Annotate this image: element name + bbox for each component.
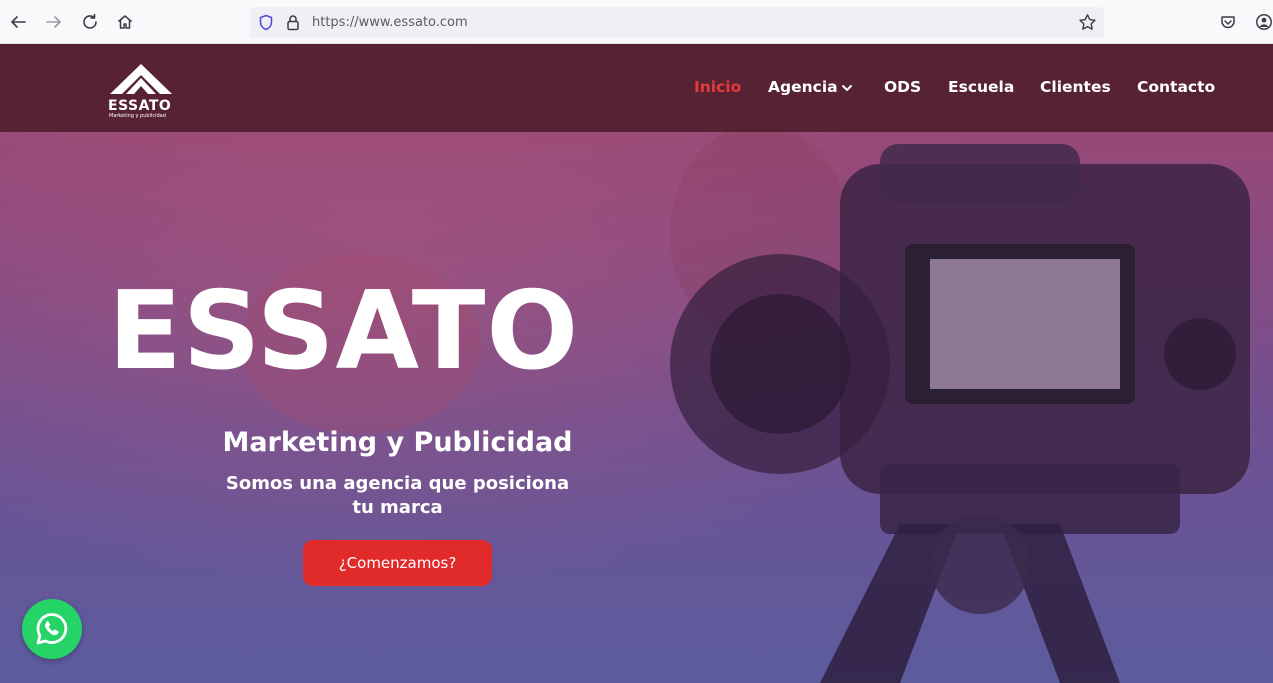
url-text[interactable]: https://www.essato.com bbox=[312, 15, 468, 30]
forward-icon[interactable] bbox=[43, 11, 65, 33]
nav-label: Clientes bbox=[1040, 78, 1111, 96]
whatsapp-button[interactable] bbox=[22, 599, 82, 659]
nav-clientes[interactable]: Clientes bbox=[1040, 78, 1111, 96]
logo-name[interactable]: ESSATO bbox=[108, 98, 171, 114]
account-icon[interactable] bbox=[1253, 11, 1273, 33]
nav-escuela[interactable]: Escuela bbox=[948, 78, 1014, 96]
shield-icon[interactable] bbox=[258, 14, 274, 31]
browser-toolbar: https://www.essato.com bbox=[0, 0, 1273, 44]
nav-ods[interactable]: ODS bbox=[884, 78, 921, 96]
logo-tagline: Marketing y publicidad bbox=[109, 113, 166, 119]
address-bar[interactable]: https://www.essato.com bbox=[250, 7, 1104, 38]
reload-icon[interactable] bbox=[79, 11, 101, 33]
chevron-down-icon bbox=[841, 84, 852, 91]
nav-label: ODS bbox=[884, 78, 922, 96]
nav-label: Inicio bbox=[694, 78, 742, 96]
hero-description: Somos una agencia que posiciona tu marca bbox=[225, 473, 570, 518]
nav-contacto[interactable]: Contacto bbox=[1137, 78, 1215, 96]
site-header: ESSATO Marketing y publicidad Inicio Age… bbox=[0, 44, 1273, 132]
pocket-icon[interactable] bbox=[1217, 11, 1239, 33]
nav-inicio[interactable]: Inicio bbox=[694, 78, 741, 96]
nav-label: Contacto bbox=[1137, 78, 1216, 96]
home-icon[interactable] bbox=[114, 11, 136, 33]
hero-subtitle: Marketing y Publicidad bbox=[222, 427, 573, 458]
nav-label: Escuela bbox=[948, 78, 1015, 96]
website: ESSATO Marketing y publicidad Inicio Age… bbox=[0, 44, 1273, 683]
comenzamos-button[interactable]: ¿Comenzamos? bbox=[303, 540, 492, 586]
whatsapp-icon bbox=[36, 613, 68, 645]
nav-agencia[interactable]: Agencia bbox=[768, 78, 852, 96]
hero-title: ESSATO bbox=[108, 269, 580, 394]
back-icon[interactable] bbox=[7, 11, 29, 33]
nav-label: Agencia bbox=[768, 78, 838, 96]
lock-icon[interactable] bbox=[286, 14, 300, 31]
bookmark-star-icon[interactable] bbox=[1078, 13, 1097, 32]
